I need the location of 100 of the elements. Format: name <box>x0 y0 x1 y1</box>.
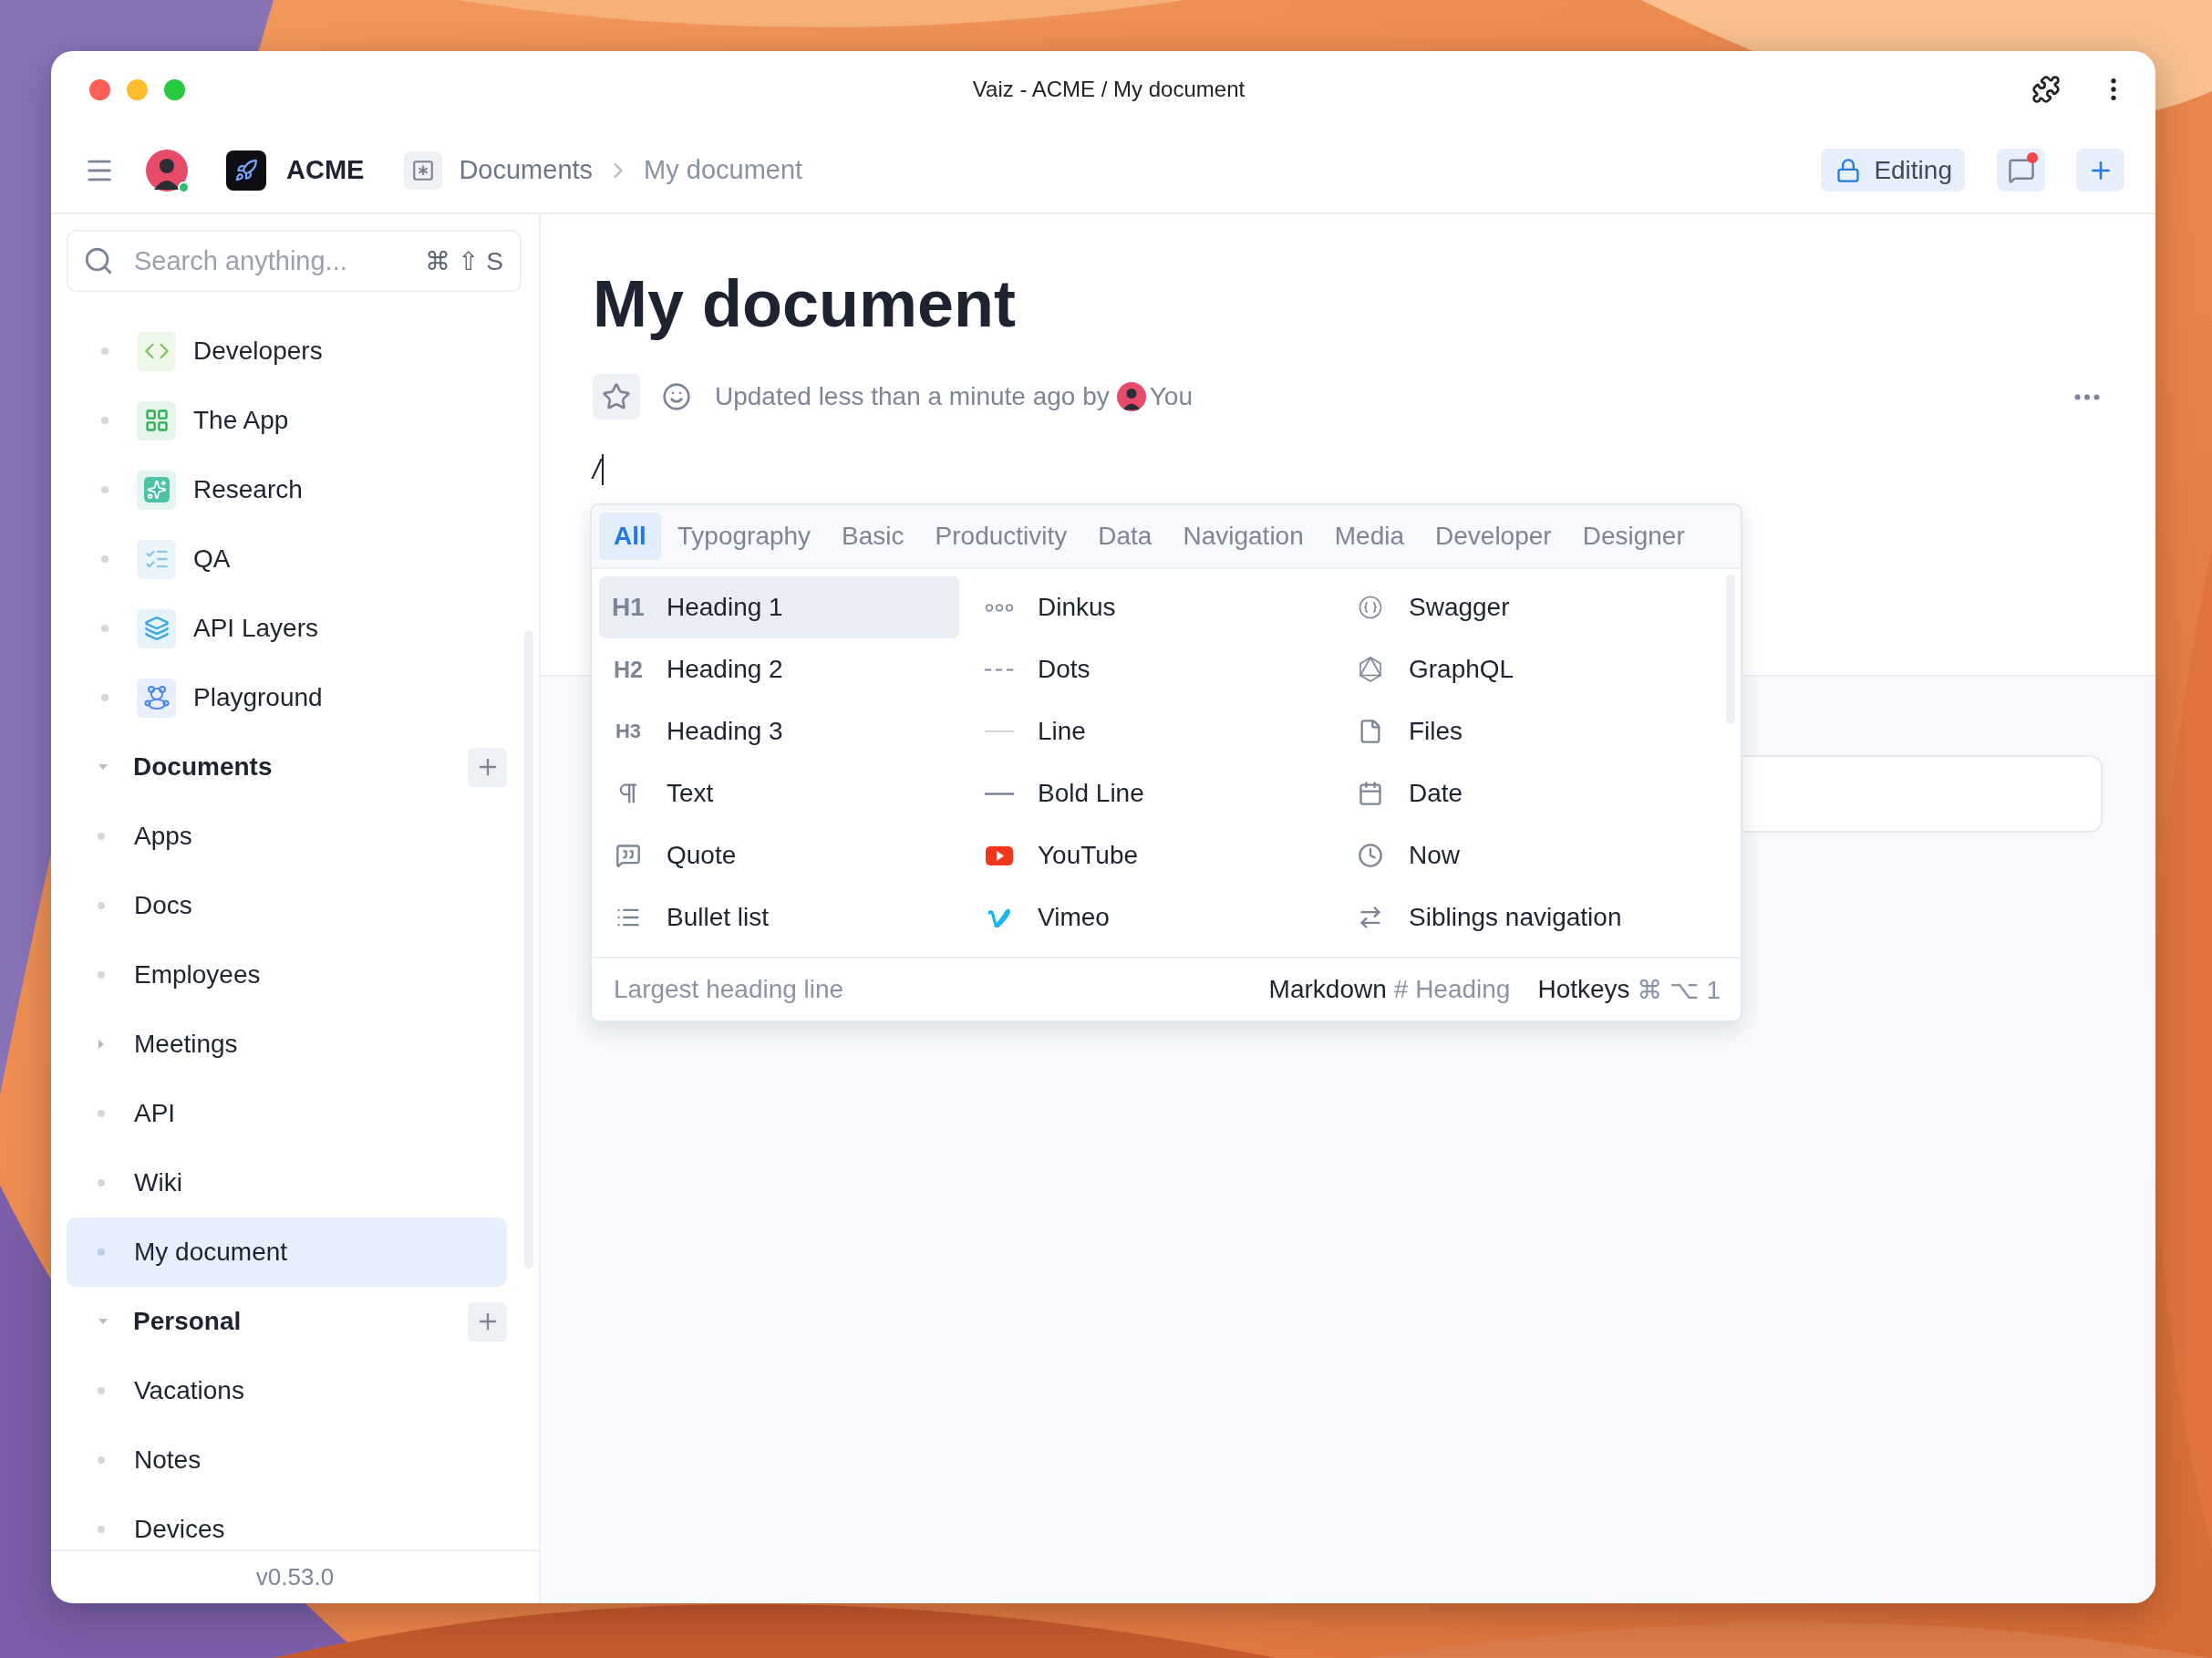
editing-button[interactable]: Editing <box>1821 149 1965 192</box>
editor-text[interactable]: / <box>593 454 605 485</box>
dashed-line-icon <box>985 668 1014 671</box>
sidebar-item[interactable]: Devices <box>67 1495 507 1549</box>
window-title: Vaiz - ACME / My document <box>972 77 1246 102</box>
menu-item[interactable]: Bullet list <box>599 886 959 948</box>
menu-item[interactable]: H1 Heading 1 <box>599 576 959 638</box>
menu-item[interactable]: Vimeo <box>970 886 1330 948</box>
bullet-icon <box>98 833 105 840</box>
play-icon <box>986 845 1013 865</box>
emoji-icon[interactable] <box>662 382 691 411</box>
hotkeys-label: Hotkeys <box>1537 975 1630 1004</box>
menu-item[interactable]: Swagger <box>1341 576 1721 638</box>
bullet-icon <box>98 1387 105 1394</box>
menu-item[interactable]: GraphQL <box>1341 638 1721 700</box>
sidebar-item[interactable]: My document <box>67 1218 507 1287</box>
sidebar-item[interactable]: Vacations <box>67 1356 507 1425</box>
bold-line-icon <box>985 792 1014 795</box>
bullet-icon <box>98 1179 105 1187</box>
menu-tab[interactable]: Developer <box>1421 513 1566 560</box>
bullet-icon <box>98 902 105 909</box>
menu-item[interactable]: Now <box>1341 824 1721 886</box>
layers-icon <box>143 616 170 641</box>
updated-text: Updated less than a minute ago by <box>715 382 1110 411</box>
menu-tab[interactable]: Basic <box>827 513 919 560</box>
menu-tab[interactable]: Navigation <box>1168 513 1318 560</box>
dinkus-icon <box>985 603 1014 612</box>
clock-icon <box>1358 843 1383 868</box>
star-button[interactable] <box>593 374 640 420</box>
menu-item[interactable]: Dots <box>970 638 1330 700</box>
quote-icon <box>615 843 641 868</box>
menu-item[interactable]: H3 Heading 3 <box>599 700 959 762</box>
heading-level-label: H2 <box>613 656 644 683</box>
bullet-icon <box>101 625 109 632</box>
menu-tab[interactable]: Media <box>1319 513 1420 560</box>
bullet-icon <box>98 1526 105 1533</box>
sidebar-item[interactable]: API <box>67 1079 507 1148</box>
menu-tab[interactable]: Typography <box>662 513 826 560</box>
menu-item[interactable]: Line <box>970 700 1330 762</box>
sidebar-item[interactable]: Docs <box>67 871 507 940</box>
comments-button[interactable] <box>1997 149 2045 192</box>
menu-item[interactable]: H2 Heading 2 <box>599 638 959 700</box>
hotkeys-hint: ⌘ ⌥ 1 <box>1637 974 1721 1005</box>
menu-item[interactable]: Files <box>1341 700 1721 762</box>
line-icon <box>985 731 1014 732</box>
heading-level-label: H1 <box>612 593 645 622</box>
bullet-icon <box>98 1249 105 1256</box>
bullet-icon <box>101 555 109 563</box>
folder-icon <box>404 150 443 190</box>
sidebar-item[interactable]: Research <box>67 455 507 524</box>
sidebar-item[interactable]: Employees <box>67 940 507 1010</box>
sidebar-item[interactable]: The App <box>67 386 507 455</box>
breadcrumb-link[interactable]: Documents <box>459 155 594 185</box>
sidebar-item[interactable]: Wiki <box>67 1148 507 1218</box>
puzzle-icon[interactable] <box>2031 75 2061 104</box>
menu-item[interactable]: Dinkus <box>970 576 1330 638</box>
close-button[interactable] <box>89 78 110 100</box>
menu-tab[interactable]: Productivity <box>920 513 1082 560</box>
star-icon <box>602 382 631 411</box>
menu-item[interactable]: Date <box>1341 762 1721 824</box>
search-icon <box>83 245 114 276</box>
document-title: My document <box>593 266 1018 342</box>
menu-item[interactable]: Siblings navigation <box>1341 886 1721 948</box>
bullet-icon <box>101 347 109 355</box>
author-name: You <box>1149 382 1193 411</box>
section-header[interactable]: Personal <box>67 1287 507 1356</box>
hexagon-icon <box>1359 657 1382 682</box>
menu-tab[interactable]: Designer <box>1567 513 1700 560</box>
sidebar-item[interactable]: Notes <box>67 1425 507 1495</box>
grid-icon <box>143 408 170 433</box>
sidebar-item[interactable]: Playground <box>67 663 507 732</box>
menu-item[interactable]: YouTube <box>970 824 1330 886</box>
sidebar-item[interactable]: API Layers <box>67 594 507 663</box>
shortcut-hint: ⌘ ⇧ S <box>425 246 503 276</box>
rocket-logo[interactable] <box>226 150 266 191</box>
add-button[interactable] <box>468 1301 507 1342</box>
add-button[interactable] <box>2076 149 2124 192</box>
sidebar-item[interactable]: Apps <box>67 802 507 871</box>
avatar[interactable] <box>146 149 188 192</box>
v-logo-icon <box>987 907 1011 927</box>
bullet-icon <box>98 1110 105 1117</box>
menu-item[interactable]: Text <box>599 762 959 824</box>
bullet-icon <box>101 694 109 701</box>
section-header[interactable]: Documents <box>67 732 507 802</box>
bullet-icon <box>98 971 105 979</box>
description-text: Largest heading line <box>614 975 844 1004</box>
add-button[interactable] <box>468 747 507 787</box>
sparkles-icon <box>143 477 170 503</box>
sidebar-item[interactable]: Meetings <box>67 1010 507 1079</box>
menu-tab[interactable]: All <box>599 513 661 560</box>
markdown-label: Markdown <box>1268 975 1387 1004</box>
zoom-button[interactable] <box>164 78 185 100</box>
bullet-icon <box>101 486 109 493</box>
sidebar-item[interactable]: Developers <box>67 316 507 386</box>
menu-item[interactable]: Quote <box>599 824 959 886</box>
bullet-icon <box>98 1456 105 1464</box>
sidebar-item[interactable]: QA <box>67 524 507 594</box>
menu-item[interactable]: Bold Line <box>970 762 1330 824</box>
menu-tab[interactable]: Data <box>1083 513 1167 560</box>
heading-level-label: H3 <box>614 720 643 743</box>
